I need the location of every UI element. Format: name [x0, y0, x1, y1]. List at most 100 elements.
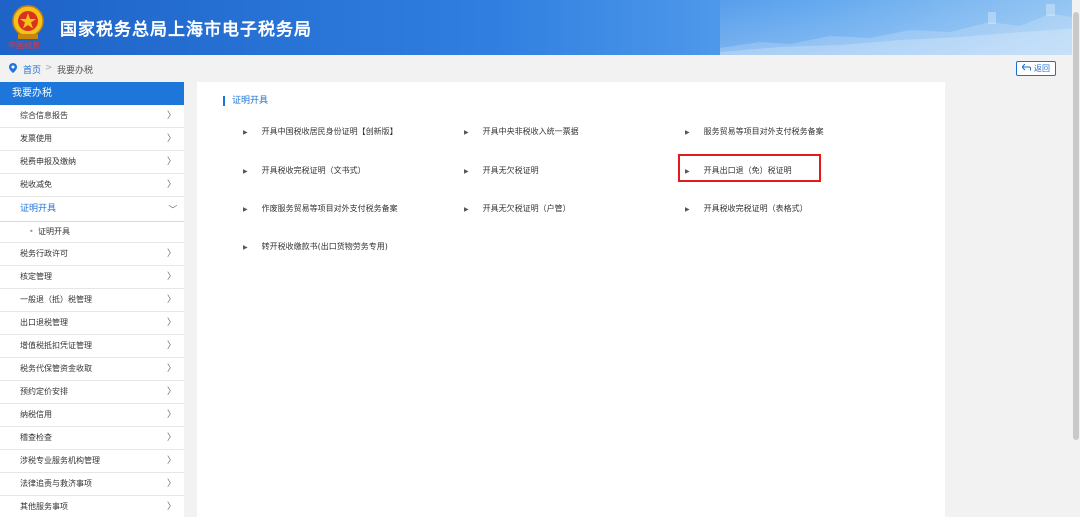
sidebar-item-label: 税收减免: [20, 180, 52, 189]
sidebar-heading: 我要办税: [0, 82, 184, 105]
sidebar-item-label: 出口退税管理: [20, 318, 68, 327]
sidebar-item-label: 税务行政许可: [20, 249, 68, 258]
link-no-arrears-certificate-household[interactable]: ▶ 开具无欠税证明（户管）: [464, 203, 571, 216]
sidebar-item-tax-credit[interactable]: 纳税信用 〉: [0, 404, 184, 427]
link-tax-payment-certificate-document[interactable]: ▶ 开具税收完税证明（文书式）: [243, 165, 366, 178]
sidebar-item-label: 增值税抵扣凭证管理: [20, 341, 92, 350]
chevron-right-icon: 〉: [166, 479, 176, 489]
sidebar-item-comprehensive-info[interactable]: 综合信息报告 〉: [0, 105, 184, 128]
sidebar-item-inspection[interactable]: 稽查检查 〉: [0, 427, 184, 450]
sidebar-item-tax-declaration[interactable]: 税费申报及缴纳 〉: [0, 151, 184, 174]
bullet-arrow-icon: ▶: [685, 206, 690, 213]
sidebar-item-tax-reduction[interactable]: 税收减免 〉: [0, 174, 184, 197]
sidebar-item-export-refund[interactable]: 出口退税管理 〉: [0, 312, 184, 335]
sidebar-item-label: 法律追责与救济事项: [20, 479, 92, 488]
sidebar-item-label: 预约定价安排: [20, 387, 68, 396]
link-transfer-tax-payment-book[interactable]: ▶ 转开税收缴款书(出口货物劳务专用): [243, 241, 388, 254]
section-title: 证明开具: [223, 96, 268, 106]
back-button[interactable]: 返回: [1016, 61, 1056, 76]
sidebar-item-label: 税务代保管资金收取: [20, 364, 92, 373]
bullet-arrow-icon: ▶: [464, 168, 469, 175]
sidebar-item-certificate-issuance[interactable]: 证明开具 〉: [0, 197, 184, 222]
link-label: 开具无欠税证明: [482, 166, 539, 175]
link-label: 转开税收缴款书(出口货物劳务专用): [261, 242, 388, 251]
chevron-right-icon: 〉: [166, 272, 176, 282]
sidebar-item-assessment[interactable]: 核定管理 〉: [0, 266, 184, 289]
bullet-arrow-icon: ▶: [243, 168, 248, 175]
sidebar-item-vat-deduction[interactable]: 增值税抵扣凭证管理 〉: [0, 335, 184, 358]
scrollbar-thumb[interactable]: [1073, 12, 1079, 440]
sidebar-item-label: 税费申报及缴纳: [20, 157, 76, 166]
breadcrumb-separator: >: [45, 63, 53, 73]
sidebar-subitem-certificate-issuance[interactable]: • 证明开具: [0, 222, 184, 243]
link-tax-payment-certificate-table[interactable]: ▶ 开具税收完税证明（表格式）: [685, 203, 808, 216]
link-label: 开具中央非税收入统一票据: [482, 127, 579, 136]
chevron-right-icon: 〉: [166, 295, 176, 305]
chevron-right-icon: 〉: [166, 157, 176, 167]
link-label: 作废服务贸易等项目对外支付税务备案: [261, 204, 398, 213]
chevron-right-icon: 〉: [166, 387, 176, 397]
emblem-caption: 中国税务: [8, 41, 40, 50]
link-label: 开具税收完税证明（文书式）: [261, 166, 366, 175]
sidebar-item-label: 核定管理: [20, 272, 52, 281]
site-title: 国家税务总局上海市电子税务局: [60, 20, 312, 40]
sidebar-item-service-agencies[interactable]: 涉税专业服务机构管理 〉: [0, 450, 184, 473]
bullet-dot-icon: •: [29, 227, 34, 236]
chevron-right-icon: 〉: [166, 456, 176, 466]
main-panel: 证明开具 ▶ 开具中国税收居民身份证明【创新版】 ▶ 开具中央非税收入统一票据 ▶ 服…: [197, 82, 945, 517]
sidebar-item-invoice-use[interactable]: 发票使用 〉: [0, 128, 184, 151]
back-arrow-icon: [1021, 62, 1031, 75]
sidebar-item-label: 综合信息报告: [20, 111, 68, 120]
sidebar: 我要办税 综合信息报告〉 发票使用〉 税费申报及缴纳〉 税收减免〉 证明开具〉 …: [0, 82, 184, 517]
sidebar-item-label: 纳税信用: [20, 410, 52, 419]
link-central-non-tax-receipt[interactable]: ▶ 开具中央非税收入统一票据: [464, 126, 579, 139]
breadcrumb-home-link[interactable]: 首页: [23, 63, 41, 76]
link-void-service-trade-filing[interactable]: ▶ 作废服务贸易等项目对外支付税务备案: [243, 203, 398, 216]
link-label: 开具税收完税证明（表格式）: [703, 204, 808, 213]
breadcrumb-current: 我要办税: [57, 66, 94, 76]
sidebar-item-advance-pricing[interactable]: 预约定价安排 〉: [0, 381, 184, 404]
sidebar-item-label: 其他服务事项: [20, 502, 68, 511]
bullet-arrow-icon: ▶: [243, 206, 248, 213]
breadcrumb: 首页 > 我要办税: [0, 58, 1080, 78]
link-no-arrears-certificate[interactable]: ▶ 开具无欠税证明: [464, 165, 539, 178]
chevron-right-icon: 〉: [166, 180, 176, 190]
link-service-trade-filing[interactable]: ▶ 服务贸易等项目对外支付税务备案: [685, 126, 824, 139]
chevron-down-icon: 〉: [166, 204, 177, 214]
bullet-arrow-icon: ▶: [464, 206, 469, 213]
location-pin-icon: [9, 63, 17, 76]
sidebar-item-label: 证明开具: [20, 204, 57, 214]
chevron-right-icon: 〉: [166, 502, 176, 512]
link-label: 开具无欠税证明（户管）: [482, 204, 571, 213]
sidebar-item-label: 稽查检查: [20, 433, 52, 442]
chevron-right-icon: 〉: [166, 318, 176, 328]
bullet-arrow-icon: ▶: [464, 129, 469, 136]
site-header: 中国税务 国家税务总局上海市电子税务局: [0, 0, 1080, 55]
sidebar-item-label: 发票使用: [20, 134, 52, 143]
link-label: 服务贸易等项目对外支付税务备案: [703, 127, 824, 136]
back-button-label: 返回: [1034, 64, 1050, 73]
chevron-right-icon: 〉: [166, 249, 176, 259]
sidebar-item-admin-license[interactable]: 税务行政许可 〉: [0, 243, 184, 266]
sidebar-item-label: 一般退（抵）税管理: [20, 295, 92, 304]
chevron-right-icon: 〉: [166, 433, 176, 443]
link-tax-residency-certificate[interactable]: ▶ 开具中国税收居民身份证明【创新版】: [243, 126, 398, 139]
sidebar-item-label: 涉税专业服务机构管理: [20, 456, 100, 465]
chevron-right-icon: 〉: [166, 111, 176, 121]
bullet-arrow-icon: ▶: [243, 244, 248, 251]
bullet-arrow-icon: ▶: [685, 129, 690, 136]
bullet-arrow-icon: ▶: [243, 129, 248, 136]
chevron-right-icon: 〉: [166, 364, 176, 374]
sidebar-item-custody-funds[interactable]: 税务代保管资金收取 〉: [0, 358, 184, 381]
chevron-right-icon: 〉: [166, 410, 176, 420]
chevron-right-icon: 〉: [166, 134, 176, 144]
sidebar-item-general-refund[interactable]: 一般退（抵）税管理 〉: [0, 289, 184, 312]
page-scrollbar[interactable]: [1072, 0, 1080, 517]
sidebar-subitem-label: 证明开具: [38, 227, 70, 236]
sidebar-item-other-services[interactable]: 其他服务事项 〉: [0, 496, 184, 517]
sidebar-item-legal-remedy[interactable]: 法律追责与救济事项 〉: [0, 473, 184, 496]
great-wall-banner: [720, 0, 1080, 55]
chevron-right-icon: 〉: [166, 341, 176, 351]
highlight-box: [678, 154, 821, 182]
link-label: 开具中国税收居民身份证明【创新版】: [261, 127, 398, 136]
